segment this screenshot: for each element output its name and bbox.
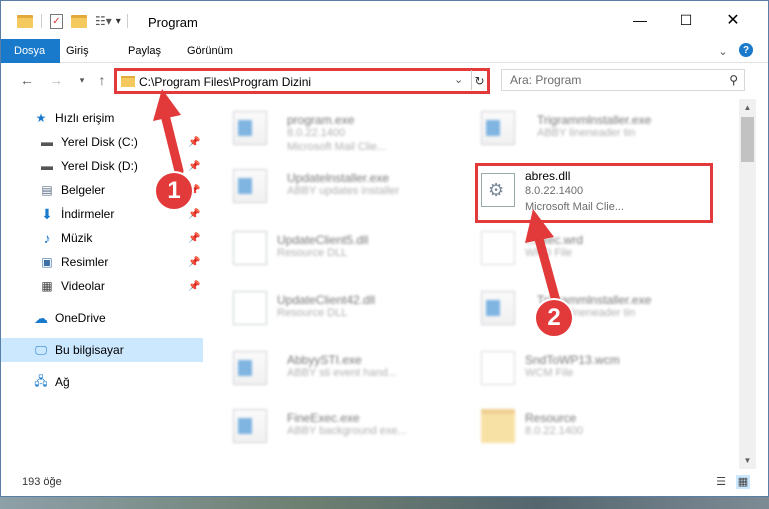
step-2-badge: 2 (534, 298, 574, 338)
arrow-head-2 (525, 209, 554, 243)
desktop-background (0, 497, 769, 509)
arrow-head-1 (153, 89, 181, 121)
arrow-shaft-1 (161, 114, 184, 176)
step-1-badge: 1 (154, 171, 194, 211)
annotation-arrows (153, 89, 561, 306)
arrow-shaft-2 (534, 234, 561, 306)
explorer-window: ✓ ☷▾ ▾ Program — ☐ ✕ Dosya Giriş Paylaş … (0, 0, 769, 497)
